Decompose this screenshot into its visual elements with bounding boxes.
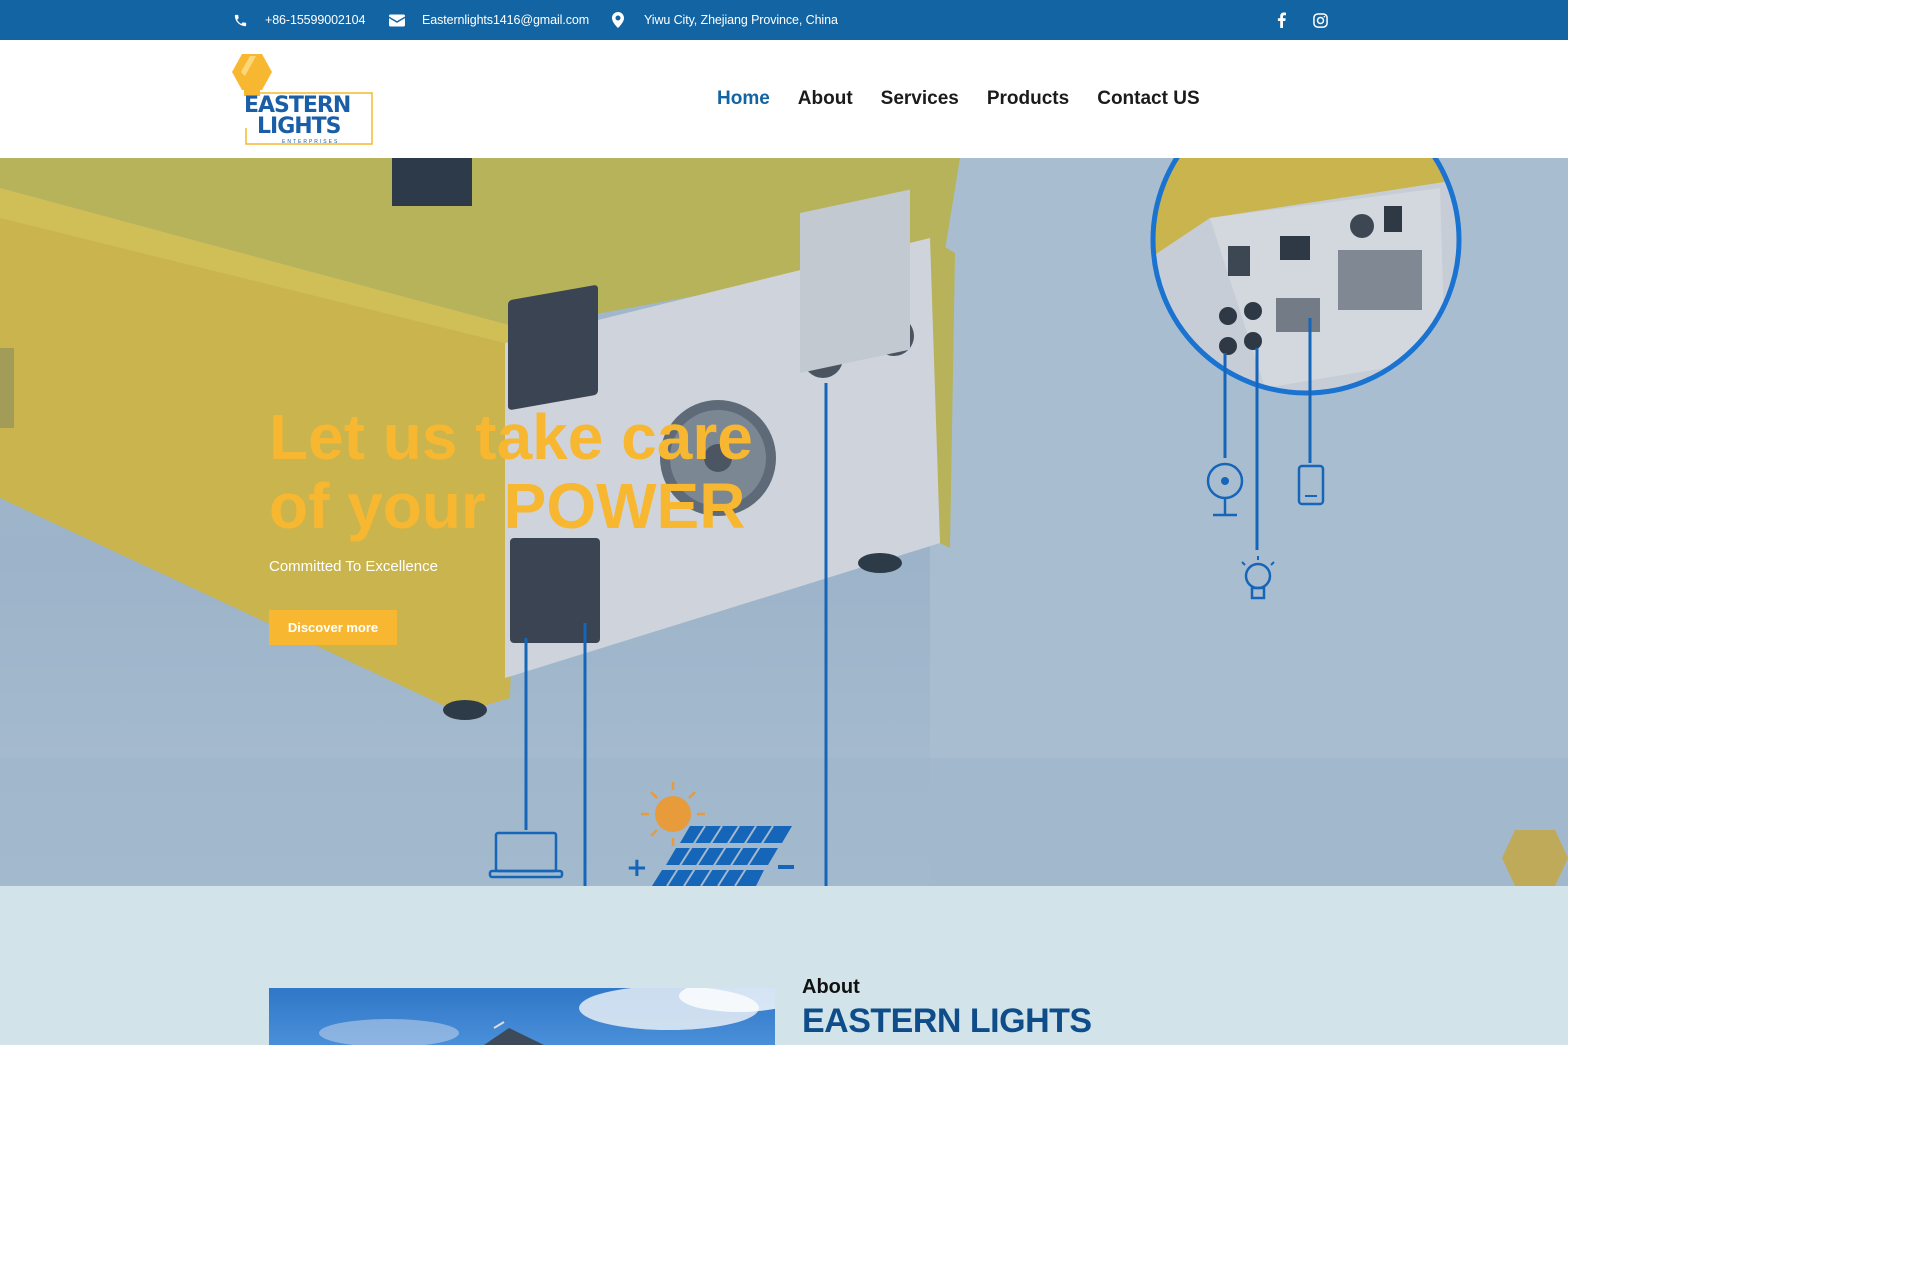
address-contact: Yiwu City, Zhejiang Province, China [610, 0, 838, 40]
phone-contact[interactable]: +86-15599002104 [232, 0, 365, 40]
hero-headline-line1: Let us take care [269, 401, 753, 473]
email-address: Easternlights1416@gmail.com [422, 13, 590, 27]
about-heading: EASTERN LIGHTS [802, 1002, 1092, 1040]
map-pin-icon [610, 12, 626, 28]
about-section: About EASTERN LIGHTS [0, 886, 1568, 1045]
hero-headline-line2: of your POWER [269, 470, 746, 542]
instagram-icon[interactable] [1312, 12, 1328, 28]
logo-text-lights: LIGHTS [257, 114, 342, 139]
social-links [1273, 0, 1328, 40]
phone-icon [232, 12, 248, 28]
nav-products[interactable]: Products [987, 88, 1069, 110]
main-navigation: Home About Services Products Contact US [717, 40, 1228, 158]
site-logo[interactable]: EASTERN LIGHTS ENTERPRISES [232, 52, 374, 146]
top-contact-bar: +86-15599002104 Easternlights1416@gmail.… [0, 0, 1568, 40]
nav-contact[interactable]: Contact US [1097, 88, 1199, 110]
hero-banner: + Let us take care of your POWER Committ… [0, 158, 1568, 886]
about-image [269, 988, 775, 1045]
facebook-icon[interactable] [1273, 12, 1289, 28]
hero-subtitle: Committed To Excellence [269, 558, 438, 575]
discover-more-button[interactable]: Discover more [269, 610, 397, 645]
logo-tagline: ENTERPRISES [282, 139, 340, 145]
about-label: About [802, 976, 860, 998]
building-photo [319, 988, 775, 1045]
phone-number: +86-15599002104 [265, 13, 366, 27]
email-contact[interactable]: Easternlights1416@gmail.com [389, 0, 589, 40]
nav-about[interactable]: About [798, 88, 853, 110]
envelope-icon [389, 12, 405, 28]
nav-services[interactable]: Services [881, 88, 959, 110]
svg-text:+: + [626, 853, 648, 883]
hero-headline: Let us take care of your POWER [269, 403, 869, 541]
nav-home[interactable]: Home [717, 88, 770, 110]
address-text: Yiwu City, Zhejiang Province, China [644, 13, 838, 27]
